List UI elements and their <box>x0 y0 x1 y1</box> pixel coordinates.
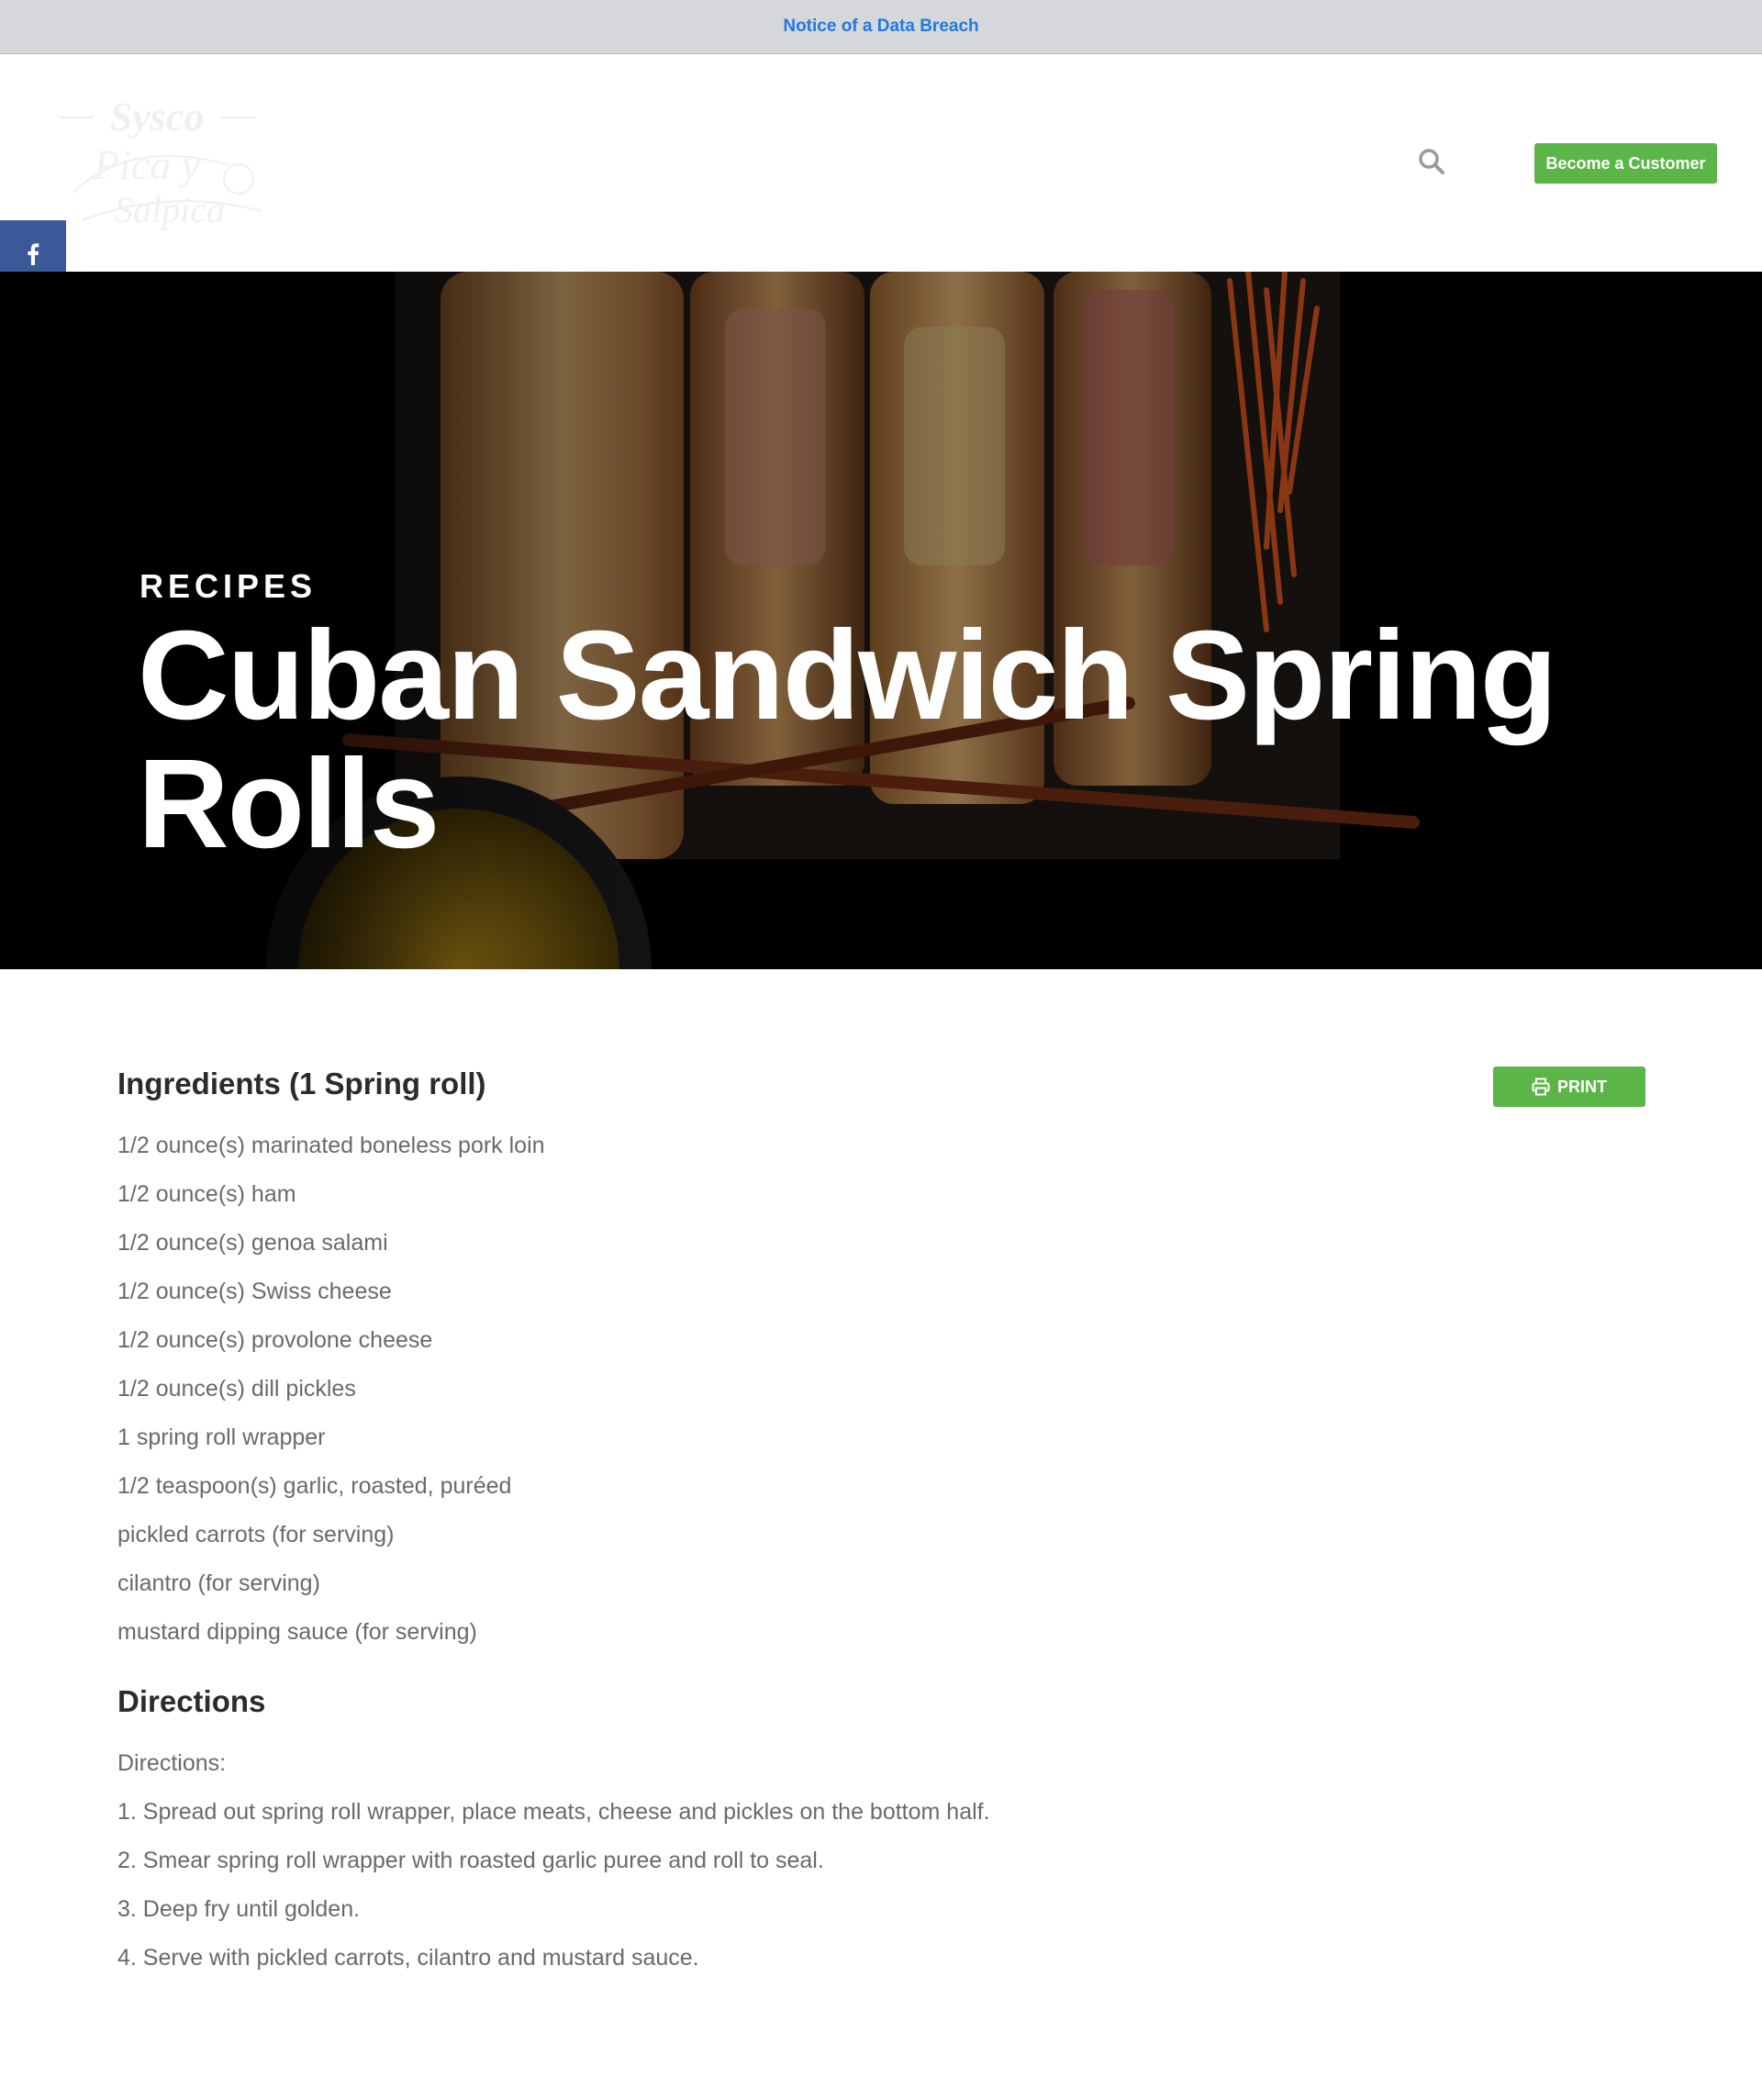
ingredient-item: 1/2 ounce(s) Swiss cheese <box>117 1279 392 1304</box>
recipe-content: Ingredients (1 Spring roll) 1/2 ounce(s)… <box>117 1010 1650 1983</box>
ingredient-item: 1/2 ounce(s) marinated boneless pork loi… <box>117 1133 545 1158</box>
ingredient-item: mustard dipping sauce (for serving) <box>117 1619 477 1645</box>
ingredient-item: cilantro (for serving) <box>117 1570 320 1596</box>
notice-bar: Notice of a Data Breach <box>0 0 1762 54</box>
ingredients-title: Ingredients (1 Spring roll) <box>117 1067 486 1100</box>
logo-text-middle: Pica y <box>93 141 201 188</box>
data-breach-notice-link[interactable]: Notice of a Data Breach <box>783 17 978 37</box>
logo-graphic: Sysco Pica y Salpica <box>59 95 262 230</box>
direction-step: 4. Serve with pickled carrots, cilantro … <box>117 1945 699 1971</box>
ingredient-item: 1/2 ounce(s) dill pickles <box>117 1376 356 1402</box>
facebook-icon <box>28 243 39 265</box>
direction-step: 1. Spread out spring roll wrapper, place… <box>117 1799 990 1825</box>
hero-kicker: RECIPES <box>139 567 318 605</box>
hero-banner: RECIPES Cuban Sandwich Spring Rolls <box>0 272 1762 969</box>
search-icon <box>1419 149 1444 174</box>
directions-title: Directions <box>117 1684 266 1718</box>
ingredient-item: pickled carrots (for serving) <box>117 1522 395 1547</box>
ingredient-item: 1/2 ounce(s) genoa salami <box>117 1230 388 1256</box>
logo-text-bottom: Salpica <box>115 189 225 230</box>
logo-text-top: Sysco <box>110 95 205 140</box>
ingredient-item: 1 spring roll wrapper <box>117 1424 326 1450</box>
directions-list: Directions: 1. Spread out spring roll wr… <box>117 1739 1650 1983</box>
ingredient-item: 1/2 ounce(s) provolone cheese <box>117 1327 433 1353</box>
direction-step: 3. Deep fry until golden. <box>117 1896 361 1922</box>
ingredients-list: 1/2 ounce(s) marinated boneless pork loi… <box>117 1122 1650 1657</box>
page-title: Cuban Sandwich Spring Rolls <box>138 605 1557 875</box>
site-logo[interactable]: Sysco Pica y Salpica <box>55 92 271 239</box>
direction-step: Directions: <box>117 1750 227 1776</box>
become-customer-button[interactable]: Become a Customer <box>1534 143 1717 184</box>
ingredient-item: 1/2 teaspoon(s) garlic, roasted, puréed <box>117 1473 512 1499</box>
search-button[interactable] <box>1417 147 1446 176</box>
direction-step: 2. Smear spring roll wrapper with roaste… <box>117 1848 824 1873</box>
ingredient-item: 1/2 ounce(s) ham <box>117 1181 296 1207</box>
